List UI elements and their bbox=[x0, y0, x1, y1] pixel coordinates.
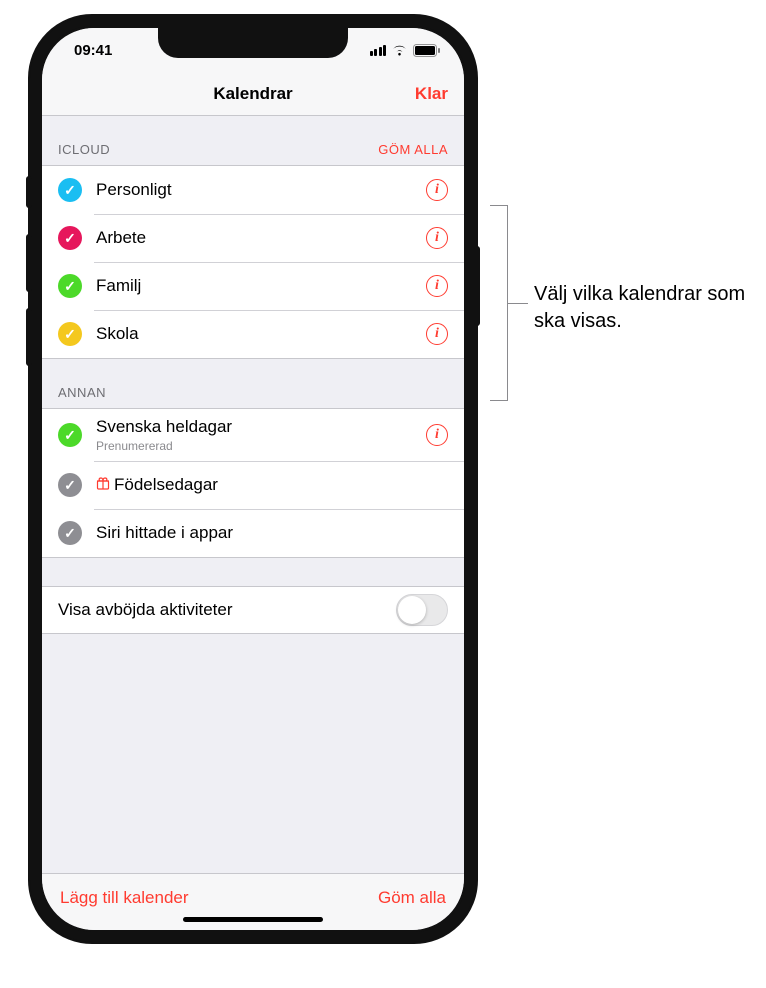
calendar-row-skola[interactable]: ✓ Skola i bbox=[42, 310, 464, 358]
status-time: 09:41 bbox=[74, 42, 112, 59]
notch bbox=[158, 28, 348, 58]
checkbox-icon[interactable]: ✓ bbox=[58, 322, 82, 346]
calendar-row-personligt[interactable]: ✓ Personligt i bbox=[42, 166, 464, 214]
calendar-label: Familj bbox=[96, 276, 426, 296]
other-list: ✓ Svenska heldagar Prenumererad i ✓ bbox=[42, 408, 464, 558]
calendar-label: Siri hittade i appar bbox=[96, 523, 448, 543]
phone-frame: 09:41 Kalendrar bbox=[28, 14, 478, 944]
calendar-row-fodelsedagar[interactable]: ✓ Födelsedagar bbox=[42, 461, 464, 509]
add-calendar-button[interactable]: Lägg till kalender bbox=[60, 888, 189, 908]
declined-events-row: Visa avböjda aktiviteter bbox=[42, 586, 464, 634]
section-title-icloud: ICLOUD bbox=[58, 142, 110, 157]
icloud-list: ✓ Personligt i ✓ Arbete i ✓ Familj i bbox=[42, 165, 464, 359]
info-icon[interactable]: i bbox=[426, 227, 448, 249]
declined-events-toggle[interactable] bbox=[396, 594, 448, 626]
checkbox-icon[interactable]: ✓ bbox=[58, 178, 82, 202]
volume-down bbox=[26, 308, 32, 366]
section-header-annan: ANNAN bbox=[42, 359, 464, 408]
info-icon[interactable]: i bbox=[426, 179, 448, 201]
calendar-row-siri[interactable]: ✓ Siri hittade i appar bbox=[42, 509, 464, 557]
checkbox-icon[interactable]: ✓ bbox=[58, 423, 82, 447]
calendar-row-arbete[interactable]: ✓ Arbete i bbox=[42, 214, 464, 262]
callout-connector bbox=[508, 303, 528, 304]
calendar-row-familj[interactable]: ✓ Familj i bbox=[42, 262, 464, 310]
calendar-label: Födelsedagar bbox=[96, 475, 448, 495]
checkbox-icon[interactable]: ✓ bbox=[58, 521, 82, 545]
gift-icon bbox=[96, 476, 110, 494]
checkbox-icon[interactable]: ✓ bbox=[58, 473, 82, 497]
calendar-sublabel: Prenumererad bbox=[96, 439, 426, 453]
info-icon[interactable]: i bbox=[426, 323, 448, 345]
home-indicator[interactable] bbox=[183, 917, 323, 922]
nav-title: Kalendrar bbox=[213, 84, 292, 104]
calendar-label: Skola bbox=[96, 324, 426, 344]
cellular-signal-icon bbox=[370, 45, 387, 56]
done-button[interactable]: Klar bbox=[415, 72, 448, 116]
checkbox-icon[interactable]: ✓ bbox=[58, 274, 82, 298]
calendar-label: Arbete bbox=[96, 228, 426, 248]
hide-all-button[interactable]: Göm alla bbox=[378, 888, 446, 908]
wifi-icon bbox=[391, 44, 408, 56]
power-button bbox=[474, 246, 480, 326]
nav-bar: Kalendrar Klar bbox=[42, 72, 464, 116]
section-header-icloud: ICLOUD GÖM ALLA bbox=[42, 116, 464, 165]
checkbox-icon[interactable]: ✓ bbox=[58, 226, 82, 250]
section-title-annan: ANNAN bbox=[58, 385, 106, 400]
calendar-label: Svenska heldagar bbox=[96, 417, 426, 437]
battery-icon bbox=[413, 44, 440, 57]
info-icon[interactable]: i bbox=[426, 424, 448, 446]
hide-all-icloud-button[interactable]: GÖM ALLA bbox=[378, 142, 448, 157]
calendar-label: Personligt bbox=[96, 180, 426, 200]
volume-up bbox=[26, 234, 32, 292]
content-scroll[interactable]: ICLOUD GÖM ALLA ✓ Personligt i ✓ Arbete … bbox=[42, 116, 464, 873]
info-icon[interactable]: i bbox=[426, 275, 448, 297]
callout-text: Välj vilka kalendrar som ska visas. bbox=[534, 281, 764, 335]
callout-bracket bbox=[490, 205, 508, 401]
calendar-row-heldagar[interactable]: ✓ Svenska heldagar Prenumererad i bbox=[42, 409, 464, 461]
mute-switch bbox=[26, 176, 32, 208]
declined-events-label: Visa avböjda aktiviteter bbox=[58, 600, 233, 620]
